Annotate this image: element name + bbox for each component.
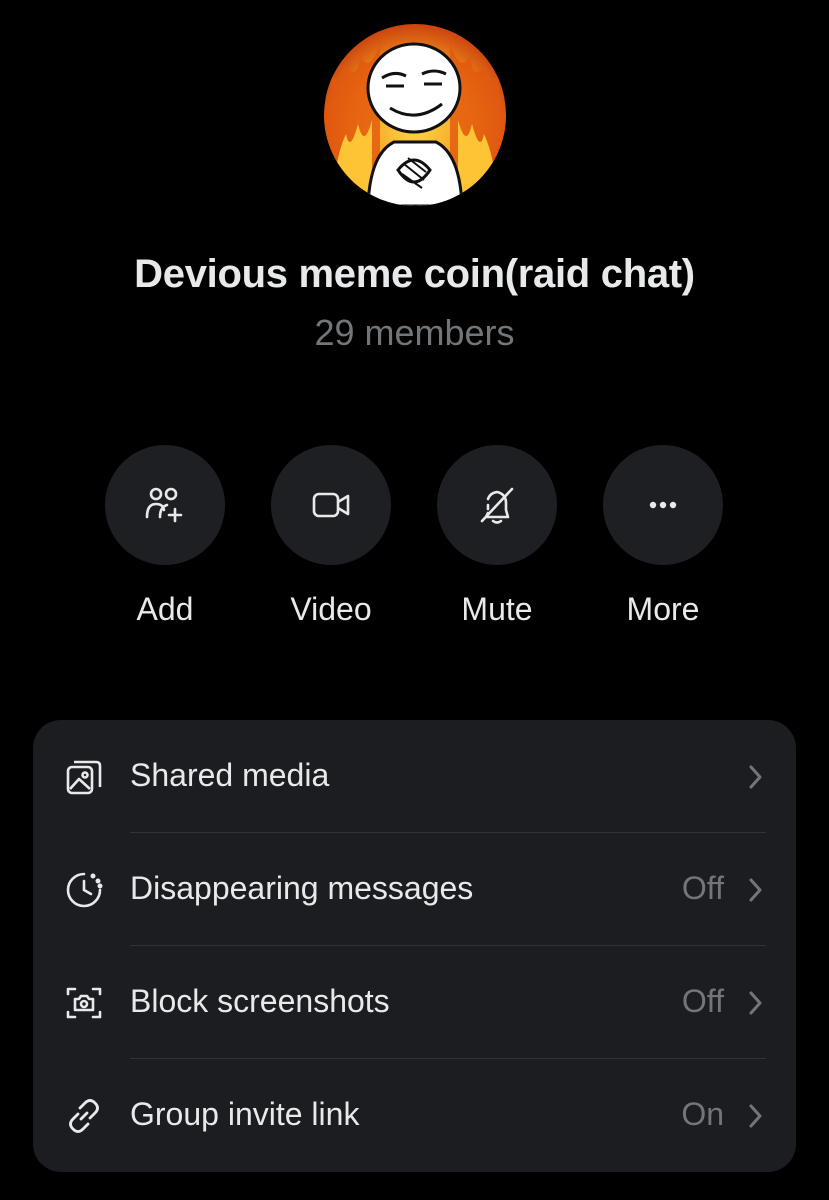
member-count[interactable]: 29 members [0,312,829,354]
more-button-circle[interactable] [603,445,723,565]
chevron-right-icon [746,762,766,792]
disappearing-messages-value: Off [681,870,724,906]
video-button[interactable]: Video [248,445,414,628]
link-icon [63,1095,105,1137]
video-button-circle[interactable] [271,445,391,565]
group-name: Devious meme coin(raid chat) [134,252,695,296]
mute-button[interactable]: Mute [414,445,580,628]
video-camera-icon [312,492,350,518]
add-button-circle[interactable] [105,445,225,565]
timer-icon [63,869,105,911]
add-people-icon [145,487,183,523]
add-label: Add [136,591,194,627]
video-label: Video [290,591,372,627]
disappearing-messages-label: Disappearing messages [130,870,474,906]
chevron-right-icon [746,1101,766,1131]
block-screenshots-label: Block screenshots [130,983,390,1019]
screenshot-camera-icon [63,982,105,1024]
add-button[interactable]: Add [82,445,248,628]
more-label: More [626,591,700,627]
settings-card: Shared media Disappearing messages Off B… [33,720,796,1172]
more-button[interactable]: More [580,445,746,628]
settings-row-shared-media[interactable]: Shared media [33,720,796,833]
group-invite-link-label: Group invite link [130,1096,360,1132]
media-gallery-icon [63,756,105,798]
mute-button-circle[interactable] [437,445,557,565]
bell-off-icon [480,487,514,524]
chevron-right-icon [746,875,766,905]
group-invite-link-value: On [681,1096,724,1132]
shared-media-label: Shared media [130,757,330,793]
block-screenshots-value: Off [681,983,724,1019]
settings-row-block-screenshots[interactable]: Block screenshots Off [33,946,796,1059]
group-avatar[interactable] [324,24,506,206]
chevron-right-icon [746,988,766,1018]
ellipsis-icon [649,501,677,509]
mute-label: Mute [461,591,533,627]
avatar-image [324,24,506,206]
settings-row-disappearing-messages[interactable]: Disappearing messages Off [33,833,796,946]
settings-row-group-invite-link[interactable]: Group invite link On [33,1059,796,1172]
group-info-screen: Devious meme coin(raid chat) 29 members … [0,0,829,1200]
